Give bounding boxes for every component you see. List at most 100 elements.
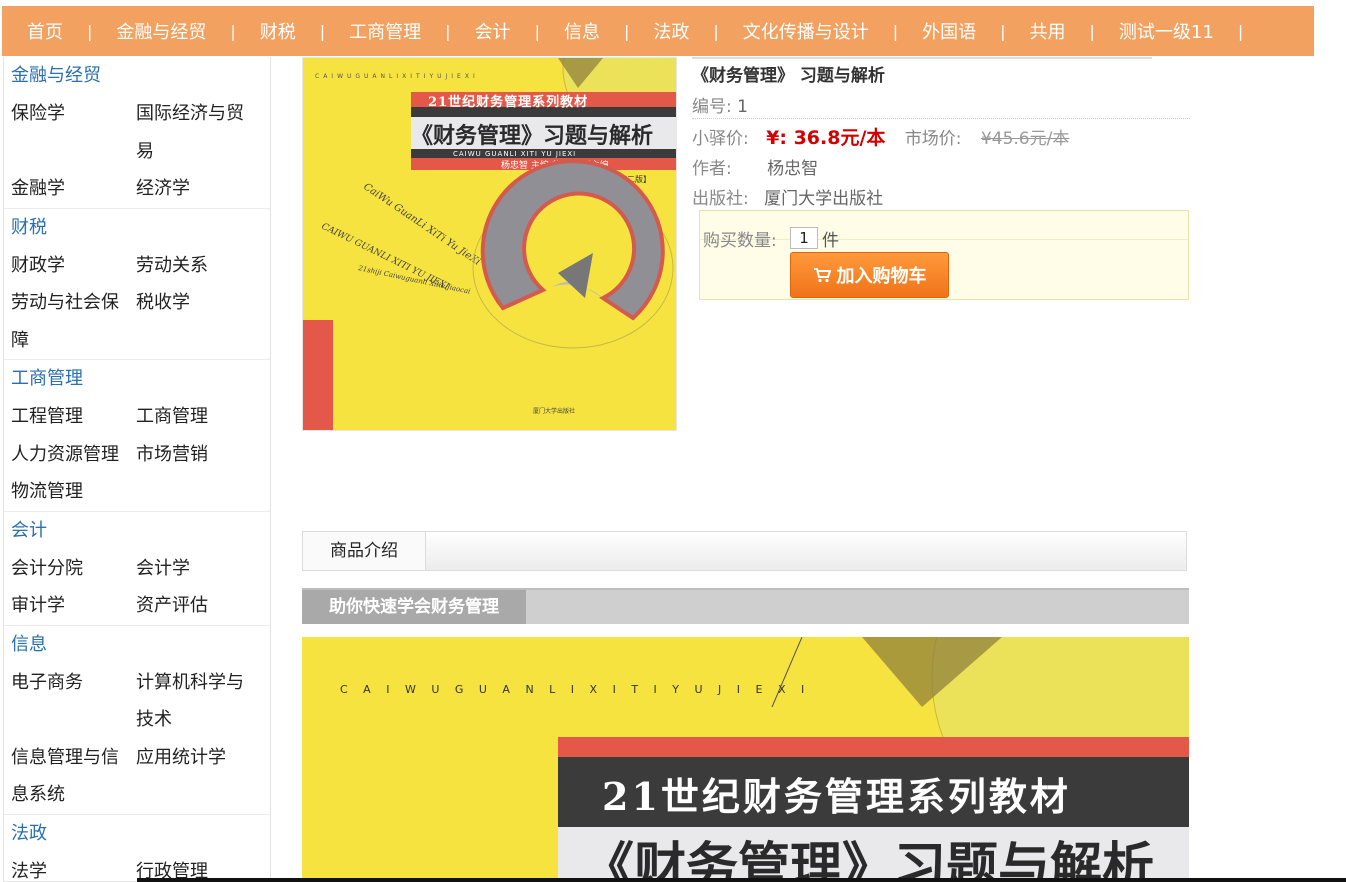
sidebar-item[interactable]: 劳动与社会保障 xyxy=(11,284,136,359)
sidebar-item[interactable]: 会计分院 xyxy=(11,550,136,588)
cart-icon xyxy=(813,268,831,283)
section-title: 助你快速学会财务管理 xyxy=(302,590,526,624)
sidebar-item[interactable]: 经济学 xyxy=(136,170,261,208)
nav-item-6[interactable]: 法政 xyxy=(653,18,689,44)
product-title: 《财务管理》 习题与解析 xyxy=(692,66,885,86)
sidebar-item[interactable]: 计算机科学与技术 xyxy=(136,664,261,739)
svg-text:厦门大学出版社: 厦门大学出版社 xyxy=(533,407,575,415)
sidebar-category: 法政 法学 行政管理 xyxy=(4,815,270,882)
sidebar-category-items: 财政学 劳动关系 劳动与社会保障 税收学 xyxy=(11,247,270,360)
svg-text:C A I W U G U A N L I X I T I: C A I W U G U A N L I X I T I Y U J I E … xyxy=(340,683,810,696)
nav-separator: | xyxy=(534,21,540,41)
sidebar-item[interactable]: 人力资源管理 xyxy=(11,436,136,474)
author-value: 杨忠智 xyxy=(767,159,819,179)
sidebar-category-title[interactable]: 工商管理 xyxy=(11,360,270,398)
sidebar-category-title[interactable]: 信息 xyxy=(11,626,270,664)
market-price-label: 市场价: xyxy=(904,129,962,149)
nav-separator: | xyxy=(713,21,719,41)
publisher-label: 出版社: xyxy=(692,189,749,209)
nav-item-9[interactable]: 共用 xyxy=(1030,18,1066,44)
nav-separator: | xyxy=(1237,21,1244,41)
horizontal-scrollbar[interactable] xyxy=(137,878,1346,882)
nav-item-4[interactable]: 会计 xyxy=(475,18,511,44)
product-cover-image: CAIWUGUANLIXITIYUJIEXI 21世纪财务管理系列教材 《财务管… xyxy=(302,57,677,431)
sidebar-category: 财税 财政学 劳动关系 劳动与社会保障 税收学 xyxy=(4,209,270,360)
nav-separator: | xyxy=(230,21,236,41)
nav-item-10[interactable]: 测试一级11 xyxy=(1119,18,1214,44)
svg-text:《财务管理》习题与解析: 《财务管理》习题与解析 xyxy=(411,123,653,149)
detail-tabs: 商品介绍 xyxy=(302,531,1187,571)
sidebar-item[interactable]: 资产评估 xyxy=(136,587,261,625)
nav-item-8[interactable]: 外国语 xyxy=(922,18,976,44)
nav-separator: | xyxy=(445,21,451,41)
cover-artwork: CAIWUGUANLIXITIYUJIEXI 21世纪财务管理系列教材 《财务管… xyxy=(303,58,676,430)
sidebar-item[interactable]: 税收学 xyxy=(136,284,261,359)
sidebar-category-items: 保险学 国际经济与贸易 金融学 经济学 xyxy=(11,95,270,208)
add-to-cart-button[interactable]: 加入购物车 xyxy=(790,252,949,298)
svg-text:21世纪财务管理系列教材: 21世纪财务管理系列教材 xyxy=(428,94,588,110)
nav-separator: | xyxy=(1089,21,1095,41)
publisher-value: 厦门大学出版社 xyxy=(764,189,884,209)
nav-item-5[interactable]: 信息 xyxy=(564,18,600,44)
purchase-box: 购买数量: 1 件 加入购物车 xyxy=(699,210,1189,300)
nav-separator: | xyxy=(623,21,630,41)
sidebar-category-title[interactable]: 法政 xyxy=(11,815,270,853)
svg-text:21世纪财务管理系列教材: 21世纪财务管理系列教材 xyxy=(602,774,1071,819)
code-label: 编号: xyxy=(692,97,732,117)
nav-separator: | xyxy=(892,21,899,41)
add-to-cart-label: 加入购物车 xyxy=(836,266,927,287)
top-navigation: 首页 | 金融与经贸 | 财税 | 工商管理 | 会计 | 信息 | 法政 | 文化传播与设计 | 外国语 | 共用… xyxy=(2,6,1314,56)
sidebar-category-items: 工程管理 工商管理 人力资源管理 市场营销 物流管理 xyxy=(11,398,270,511)
svg-text:CAIWUGUANLIXITIYUJIEXI: CAIWUGUANLIXITIYUJIEXI xyxy=(315,73,479,80)
author-row: 作者: 杨忠智 xyxy=(692,154,818,179)
svg-text:CAIWU GUANLI XITI YU JIEXI: CAIWU GUANLI XITI YU JIEXI xyxy=(453,150,576,158)
sidebar-category: 会计 会计分院 会计学 审计学 资产评估 xyxy=(4,512,270,626)
nav-item-1[interactable]: 金融与经贸 xyxy=(116,18,206,44)
quantity-label: 购买数量: xyxy=(703,231,777,251)
sidebar-category-items: 会计分院 会计学 审计学 资产评估 xyxy=(11,550,270,625)
nav-separator: | xyxy=(1000,21,1006,41)
sidebar-category-items: 电子商务 计算机科学与技术 信息管理与信息系统 应用统计学 xyxy=(11,664,270,814)
price-row: 小驿价: ¥: 36.8元/本 市场价: ¥45.6元/本 xyxy=(692,123,1069,150)
author-label: 作者: xyxy=(692,159,732,179)
product-code-row: 编号: 1 xyxy=(692,92,748,117)
sidebar-item[interactable]: 法学 xyxy=(11,853,136,882)
section-header: 助你快速学会财务管理 xyxy=(302,588,1189,624)
market-price-value: ¥45.6元/本 xyxy=(980,129,1070,149)
sidebar-item[interactable]: 会计学 xyxy=(136,550,261,588)
nav-separator: | xyxy=(87,21,93,41)
sidebar-category-title[interactable]: 会计 xyxy=(11,512,270,550)
sidebar-item[interactable]: 市场营销 xyxy=(136,436,261,474)
svg-text:《财务管理》习题与解析: 《财务管理》习题与解析 xyxy=(582,837,1154,882)
sidebar-category: 信息 电子商务 计算机科学与技术 信息管理与信息系统 应用统计学 xyxy=(4,626,270,815)
quantity-input[interactable]: 1 xyxy=(790,227,818,249)
sidebar-item[interactable]: 审计学 xyxy=(11,587,136,625)
sidebar-item[interactable]: 工程管理 xyxy=(11,398,136,436)
sidebar-category: 金融与经贸 保险学 国际经济与贸易 金融学 经济学 xyxy=(4,57,270,209)
sidebar-item[interactable]: 信息管理与信息系统 xyxy=(11,739,136,814)
sidebar-item[interactable]: 劳动关系 xyxy=(136,247,261,285)
sidebar-item[interactable]: 工商管理 xyxy=(136,398,261,436)
sidebar-item[interactable]: 应用统计学 xyxy=(136,739,261,814)
tab-product-intro[interactable]: 商品介绍 xyxy=(303,532,426,570)
publisher-row: 出版社: 厦门大学出版社 xyxy=(692,184,883,209)
nav-item-2[interactable]: 财税 xyxy=(260,18,296,44)
code-value: 1 xyxy=(737,97,748,117)
price-value: ¥: 36.8元/本 xyxy=(766,127,886,149)
dotted-divider xyxy=(692,118,1190,119)
sidebar-item[interactable]: 电子商务 xyxy=(11,664,136,739)
title-divider xyxy=(692,57,1152,59)
sidebar-item[interactable]: 财政学 xyxy=(11,247,136,285)
sidebar-item[interactable]: 保险学 xyxy=(11,95,136,170)
sidebar-category-title[interactable]: 金融与经贸 xyxy=(11,57,270,95)
nav-item-3[interactable]: 工商管理 xyxy=(349,18,421,44)
category-sidebar: 金融与经贸 保险学 国际经济与贸易 金融学 经济学 财税 财政学 劳动关系 劳动与社会保障 税收学… xyxy=(3,57,271,882)
sidebar-item[interactable]: 物流管理 xyxy=(11,473,136,511)
sidebar-category: 工商管理 工程管理 工商管理 人力资源管理 市场营销 物流管理 xyxy=(4,360,270,512)
nav-item-0[interactable]: 首页 xyxy=(27,18,63,44)
sidebar-item[interactable]: 金融学 xyxy=(11,170,136,208)
sidebar-item[interactable]: 国际经济与贸易 xyxy=(136,95,261,170)
nav-item-7[interactable]: 文化传播与设计 xyxy=(743,18,869,44)
price-label: 小驿价: xyxy=(692,129,749,149)
sidebar-category-title[interactable]: 财税 xyxy=(11,209,270,247)
